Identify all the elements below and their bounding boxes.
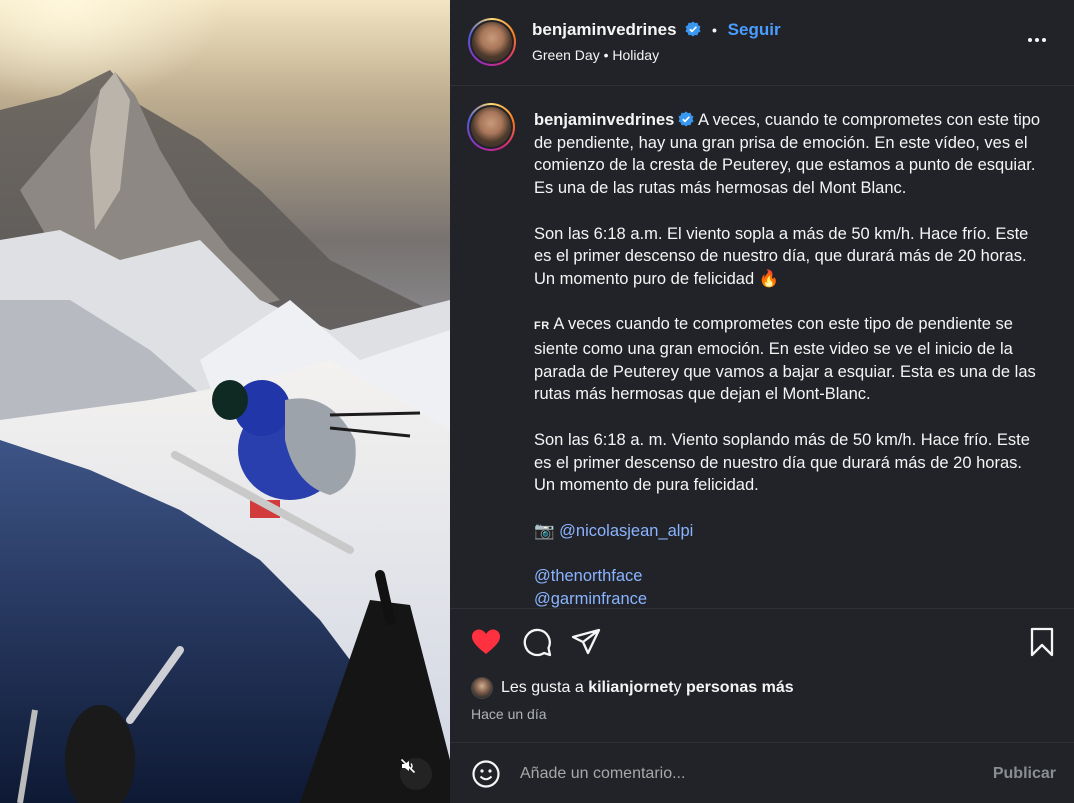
post-timestamp[interactable]: Hace un día — [471, 706, 547, 722]
caption-text: benjaminvedrines A veces, cuando te comp… — [534, 109, 1044, 608]
more-horizontal-icon — [1028, 38, 1032, 42]
comment-icon[interactable] — [521, 626, 553, 658]
caption-username[interactable]: benjaminvedrines — [534, 111, 674, 129]
bookmark-icon[interactable] — [1026, 626, 1058, 658]
post-header: benjaminvedrines • Seguir Green Day • Ho… — [450, 0, 1074, 86]
publish-button[interactable]: Publicar — [993, 765, 1056, 783]
caption-scroll-area[interactable]: benjaminvedrines A veces, cuando te comp… — [450, 87, 1074, 609]
comment-input[interactable] — [520, 761, 940, 787]
verified-badge-icon — [678, 111, 694, 127]
action-bar — [450, 612, 1074, 672]
fire-emoji: 🔥 — [758, 269, 780, 288]
heart-filled-icon[interactable] — [470, 626, 502, 658]
header-user-row: benjaminvedrines • Seguir — [532, 20, 781, 40]
follow-button[interactable]: Seguir — [728, 20, 781, 39]
separator-dot: • — [712, 22, 717, 38]
likes-connector: y — [673, 679, 682, 696]
mute-button[interactable] — [400, 758, 432, 790]
liker-username[interactable]: kilianjornet — [588, 679, 673, 697]
language-tag: FR — [534, 320, 550, 333]
verified-badge-icon — [685, 21, 701, 37]
mention-link[interactable]: @garminfrance — [534, 590, 647, 608]
music-attribution[interactable]: Green Day • Holiday — [532, 47, 659, 63]
caption-paragraph-4: Son las 6:18 a. m. Viento soplando más d… — [534, 430, 1035, 495]
author-username[interactable]: benjaminvedrines — [532, 20, 677, 39]
likes-prefix: Les gusta a — [501, 679, 584, 696]
speaker-muted-icon — [400, 758, 416, 774]
post-details-panel: benjaminvedrines • Seguir Green Day • Ho… — [450, 0, 1074, 803]
mention-link[interactable]: @nicolasjean_alpi — [559, 522, 693, 540]
comment-bar: Publicar — [450, 742, 1074, 803]
more-options-button[interactable] — [1028, 30, 1052, 50]
post-media[interactable] — [0, 0, 450, 803]
smiley-icon[interactable] — [471, 759, 501, 789]
send-icon[interactable] — [570, 626, 602, 658]
likes-others[interactable]: personas más — [686, 679, 794, 697]
mention-link[interactable]: @thenorthface — [534, 567, 642, 585]
caption-paragraph-2: Son las 6:18 a.m. El viento sopla a más … — [534, 224, 1033, 288]
caption-paragraph-3: A veces cuando te comprometes con este t… — [534, 315, 1041, 404]
caption-author-avatar[interactable] — [467, 103, 515, 151]
mountain-scene-image — [0, 0, 450, 803]
author-avatar[interactable] — [468, 18, 516, 66]
liker-avatar — [471, 677, 493, 699]
likes-summary[interactable]: Les gusta a kilianjornet y personas más — [471, 677, 794, 699]
camera-emoji: 📷 — [534, 521, 555, 540]
